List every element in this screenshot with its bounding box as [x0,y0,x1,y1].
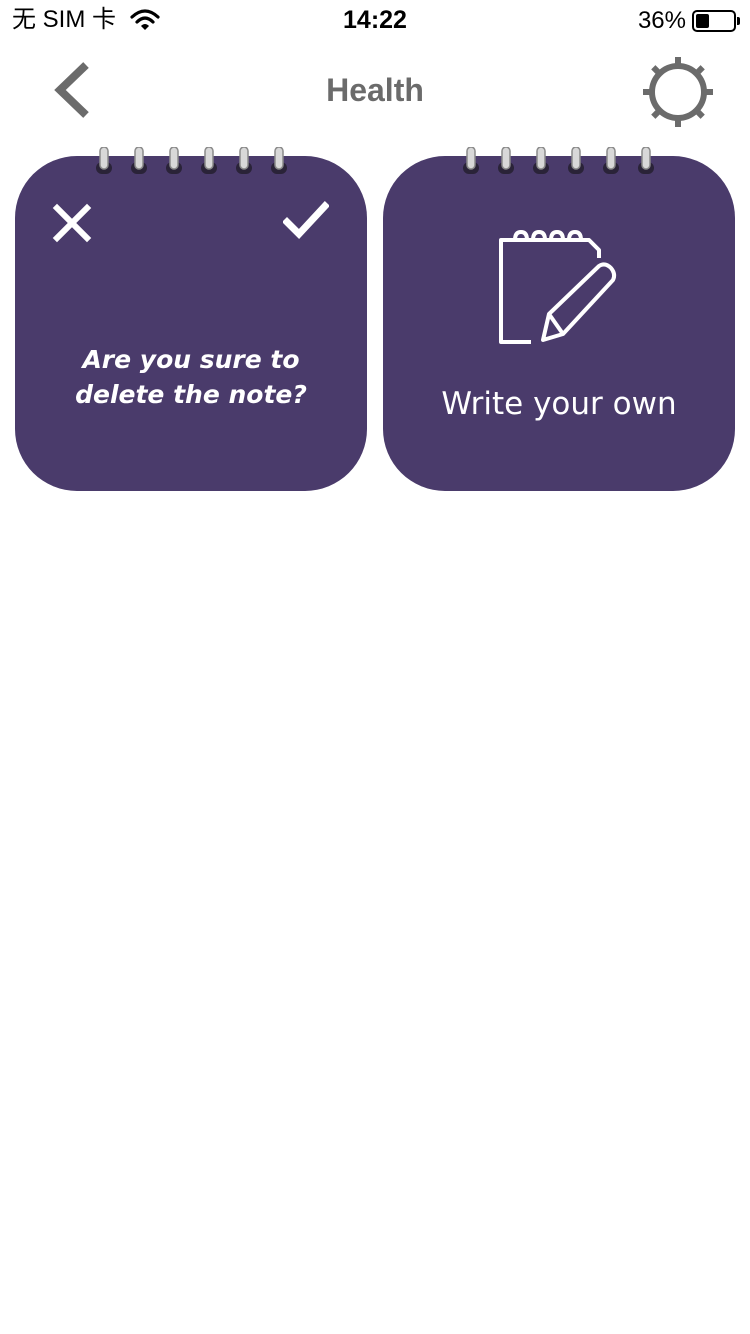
settings-button[interactable] [640,54,716,130]
checkmark-icon [282,201,330,240]
close-icon [52,203,92,243]
cancel-delete-button[interactable] [52,203,92,243]
battery-icon [692,10,736,32]
delete-prompt-text: Are you sure to delete the note? [75,345,307,409]
delete-confirm-card: Are you sure to delete the note? [15,147,367,492]
gear-icon [643,57,713,127]
note-edit-icon [499,230,617,344]
battery-tip [737,17,740,25]
status-bar: 无 SIM 卡 14:22 36% [0,0,750,40]
write-own-card[interactable]: Write your own [383,147,735,492]
battery-status: 36% [638,7,740,35]
binder-rings [463,147,654,174]
write-own-label: Write your own [441,386,677,422]
nav-bar: Health [0,40,750,140]
battery-fill [696,14,709,28]
confirm-delete-button[interactable] [282,201,330,241]
binder-rings [96,147,287,174]
card-body: Write your own [383,156,735,491]
card-body: Are you sure to delete the note? [15,156,367,491]
page-title: Health [326,72,424,108]
battery-percent: 36% [637,7,686,34]
